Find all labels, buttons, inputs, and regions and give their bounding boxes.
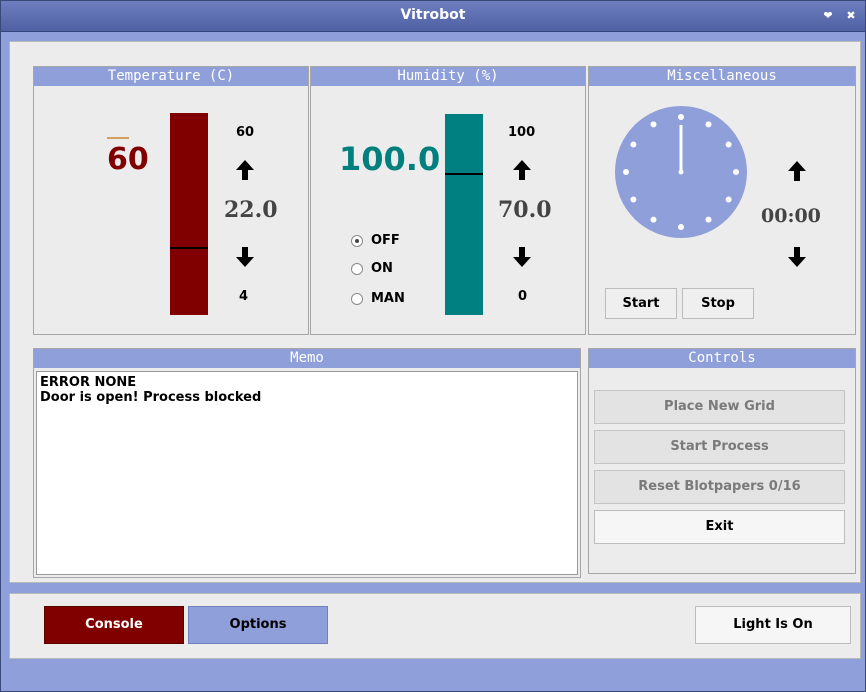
temperature-current: 60: [107, 142, 149, 177]
humidity-mode-on[interactable]: ON: [351, 261, 393, 276]
temperature-min: 4: [239, 289, 249, 304]
reset-blotpapers-button[interactable]: Reset Blotpapers 0/16: [594, 470, 845, 504]
memo-content: ERROR NONE Door is open! Process blocked: [40, 375, 262, 405]
temperature-header: Temperature (C): [34, 67, 308, 86]
temperature-setpoint-line: [170, 247, 208, 249]
humidity-header: Humidity (%): [311, 67, 585, 86]
humidity-mode-off-label: OFF: [371, 233, 400, 248]
console-tab-button[interactable]: Console: [44, 606, 184, 644]
controls-header: Controls: [589, 349, 855, 368]
misc-header: Miscellaneous: [589, 67, 855, 86]
light-toggle-button[interactable]: Light Is On: [695, 606, 851, 644]
stop-button[interactable]: Stop: [682, 288, 754, 319]
app-window: Vitrobot ❤ ✖ Temperature (C) 60 60 22.0 …: [0, 0, 866, 692]
radio-unselected-icon: [351, 262, 363, 275]
title-bar[interactable]: Vitrobot ❤ ✖: [1, 1, 865, 32]
humidity-max: 100: [508, 125, 536, 140]
temperature-up-arrow-icon[interactable]: [236, 160, 254, 180]
main-area: Temperature (C) 60 60 22.0 4 Humidity (%…: [9, 41, 861, 583]
start-process-button[interactable]: Start Process: [594, 430, 845, 464]
options-tab-button[interactable]: Options: [188, 606, 328, 644]
exit-button[interactable]: Exit: [594, 510, 845, 544]
radio-unselected-icon: [351, 292, 363, 305]
humidity-setpoint: 70.0: [498, 197, 552, 223]
humidity-setpoint-line: [445, 173, 483, 175]
close-icon[interactable]: ✖: [844, 9, 858, 23]
misc-panel: Miscellaneous 00:00 Start Stop: [588, 66, 856, 335]
humidity-mode-man[interactable]: MAN: [351, 291, 405, 306]
memo-header: Memo: [34, 349, 580, 368]
controls-panel: Controls Place New Grid Start Process Re…: [588, 348, 856, 574]
memo-textarea[interactable]: ERROR NONE Door is open! Process blocked: [36, 371, 578, 575]
temperature-down-arrow-icon[interactable]: [236, 247, 254, 267]
humidity-panel: Humidity (%) 100.0 100 70.0 0 OFF ON MAN: [310, 66, 586, 335]
start-button[interactable]: Start: [605, 288, 677, 319]
humidity-min: 0: [518, 289, 528, 304]
humidity-mode-on-label: ON: [371, 261, 393, 276]
humidity-down-arrow-icon[interactable]: [513, 247, 531, 267]
temperature-indicator-mark: [107, 137, 129, 139]
memo-panel: Memo ERROR NONE Door is open! Process bl…: [33, 348, 581, 578]
clock-icon: [614, 105, 748, 243]
radio-selected-icon: [351, 234, 363, 247]
humidity-current: 100.0: [339, 140, 441, 178]
minimize-icon[interactable]: ❤: [821, 9, 835, 23]
humidity-mode-man-label: MAN: [371, 291, 405, 306]
temperature-panel: Temperature (C) 60 60 22.0 4: [33, 66, 309, 335]
time-down-arrow-icon[interactable]: [788, 247, 806, 267]
window-title: Vitrobot: [400, 7, 466, 23]
temperature-max: 60: [236, 125, 255, 140]
place-new-grid-button[interactable]: Place New Grid: [594, 390, 845, 424]
humidity-bar: [445, 114, 483, 315]
temperature-bar: [170, 113, 208, 315]
timer-display: 00:00: [761, 205, 821, 227]
time-up-arrow-icon[interactable]: [788, 161, 806, 181]
humidity-up-arrow-icon[interactable]: [513, 160, 531, 180]
humidity-mode-off[interactable]: OFF: [351, 233, 400, 248]
temperature-setpoint: 22.0: [224, 197, 278, 223]
bottom-bar: Console Options Light Is On: [9, 593, 861, 659]
